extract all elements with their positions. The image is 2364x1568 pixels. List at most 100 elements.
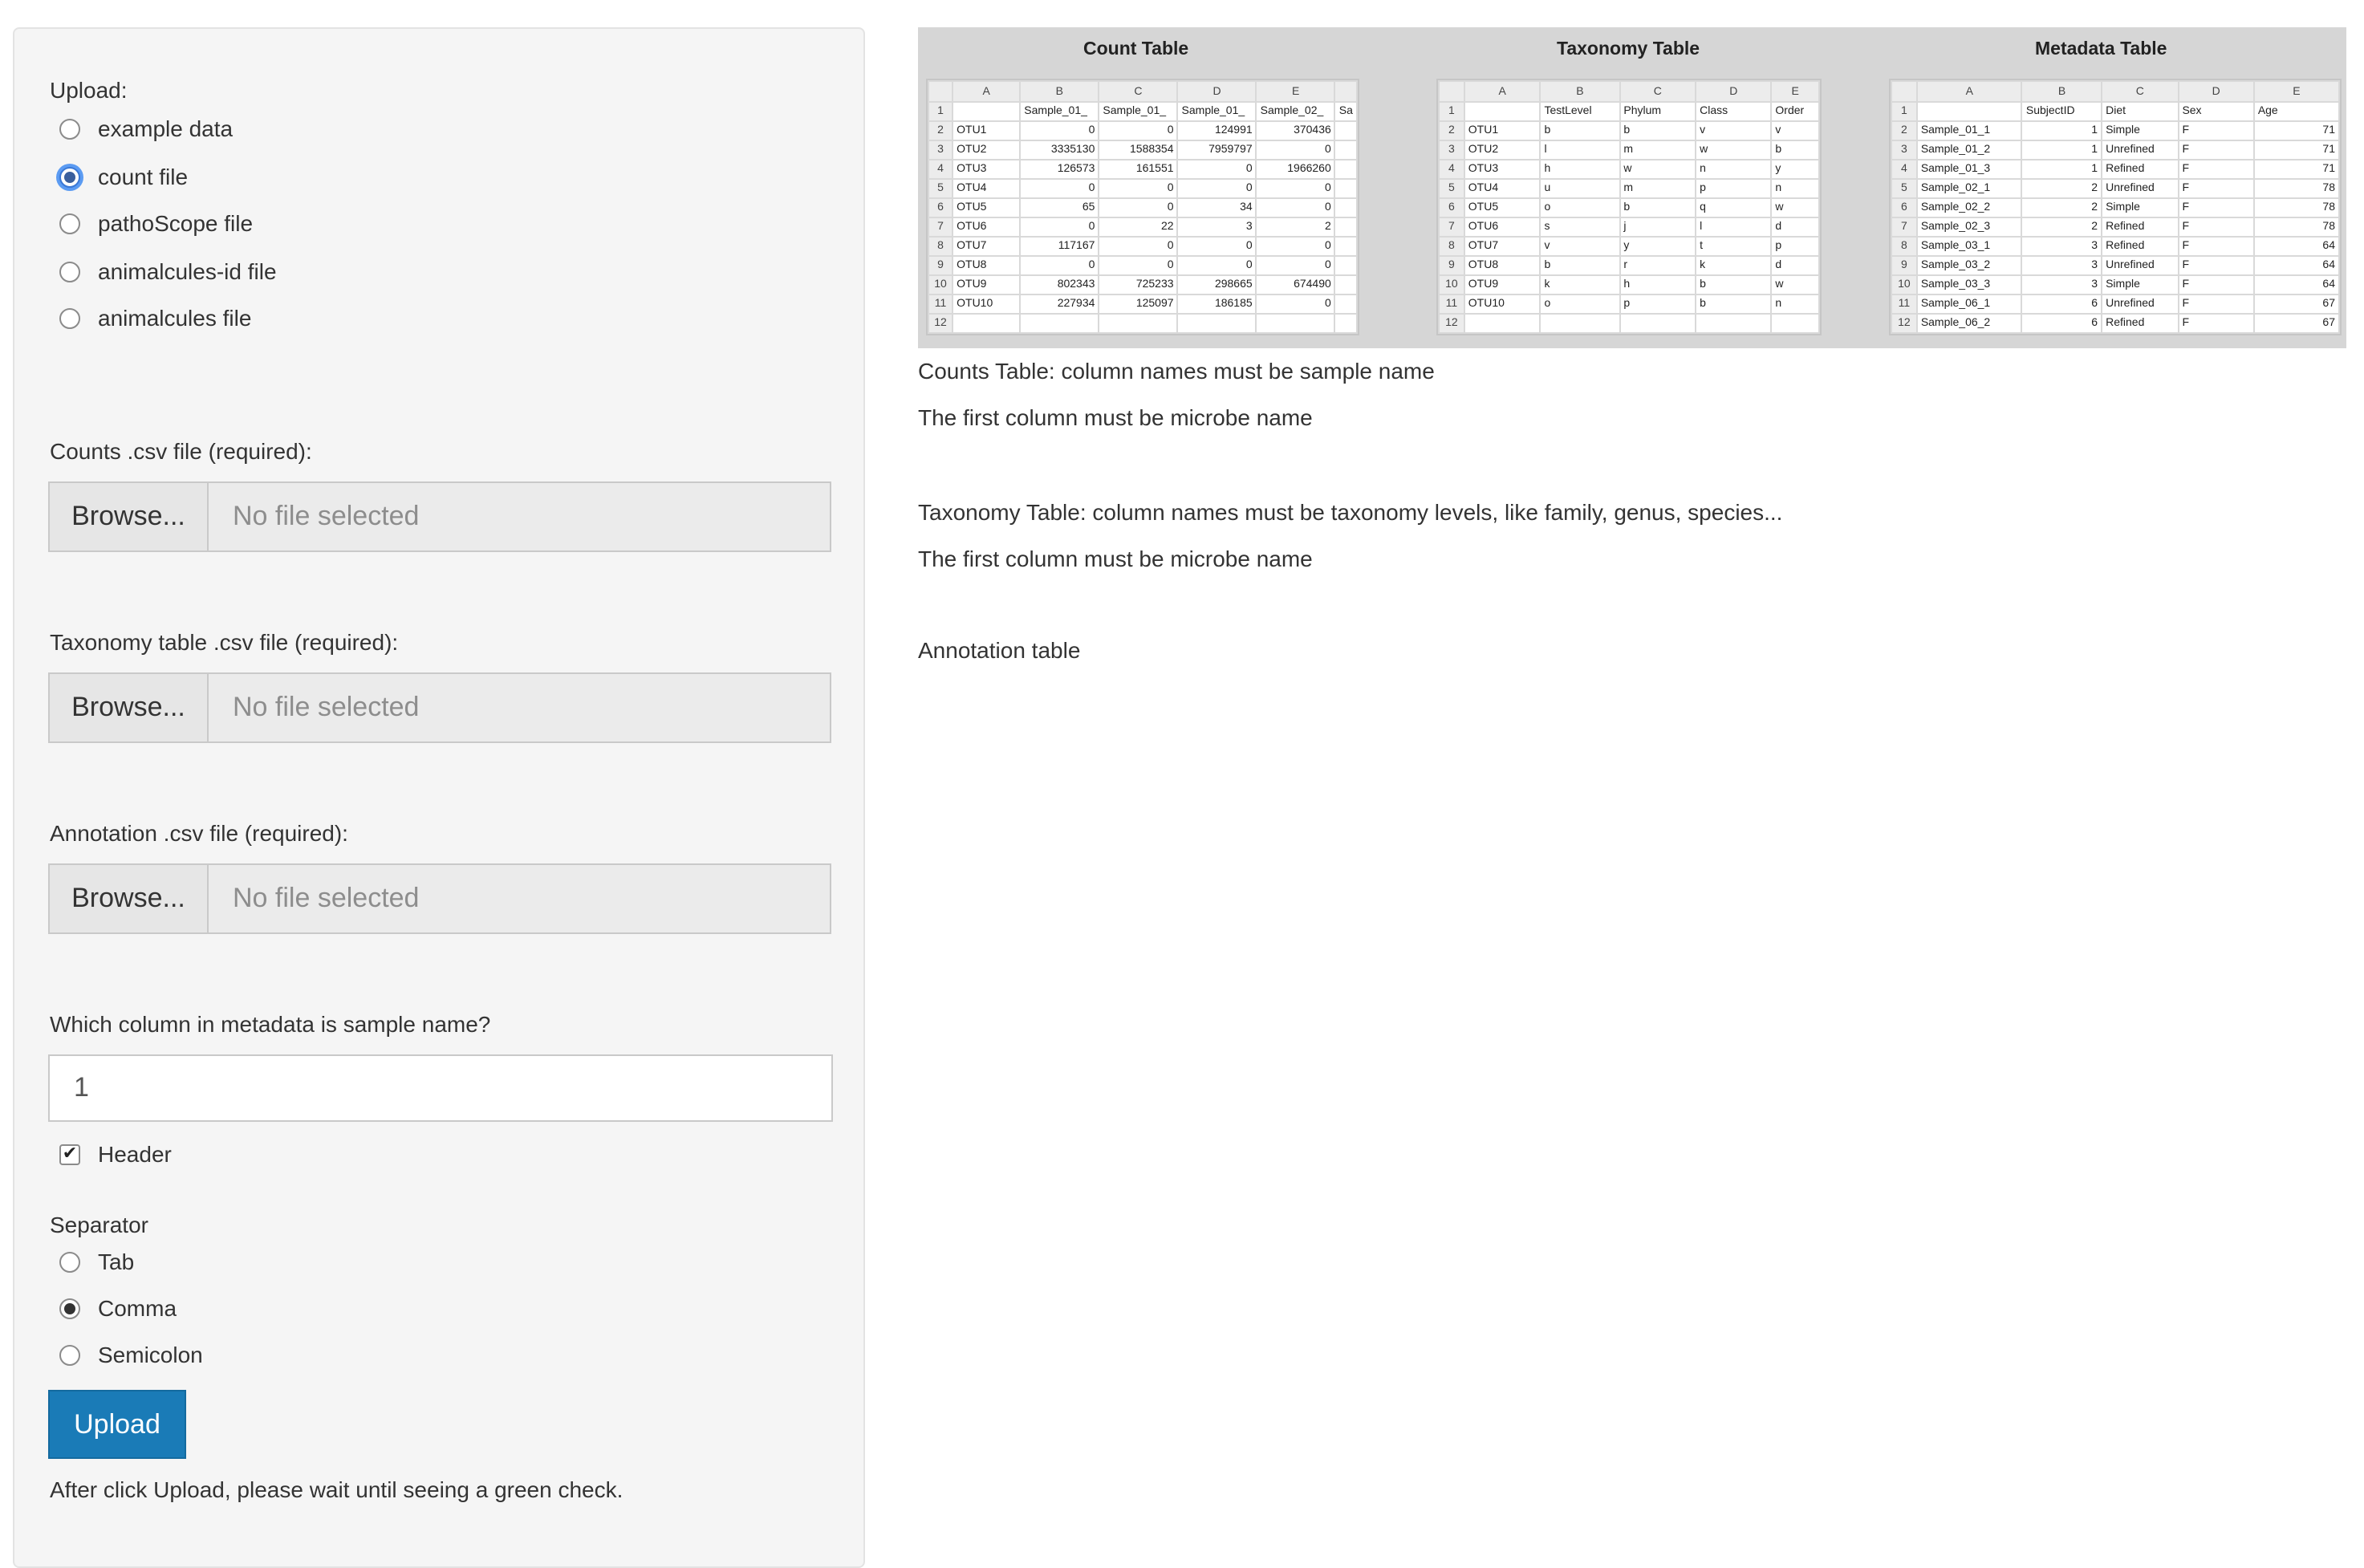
radio-pathoscope-file[interactable]: pathoScope file (59, 209, 253, 238)
table-cell: n (1695, 159, 1773, 180)
radio-button[interactable] (59, 1251, 80, 1272)
sample-column-input[interactable]: 1 (48, 1054, 833, 1122)
table-cell: 0 (1176, 255, 1257, 276)
table-cell: 1588354 (1098, 140, 1179, 160)
table-cell: Unrefined (2101, 178, 2179, 199)
taxonomy-table-grid: A B C D E 1 TestLevel Phylum Class Order 2 OTU1 b b v v… (1438, 80, 1820, 334)
table-cell: n (1770, 178, 1820, 199)
table-cell: 1 (2021, 159, 2103, 180)
radio-animalcules-file[interactable]: animalcules file (59, 303, 251, 332)
radio-animalcules-id-file[interactable]: animalcules-id file (59, 257, 277, 286)
header-checkbox-label: Header (98, 1141, 172, 1167)
table-cell: 0 (1098, 197, 1179, 218)
table-cell: OTU4 (1463, 178, 1541, 199)
table-cell (952, 101, 1022, 122)
radio-button-selected[interactable] (59, 1298, 80, 1318)
table-row: 4 OTU3 126573 161551 0 1966260 (928, 159, 1358, 180)
table-cell: b (1539, 120, 1621, 141)
table-cell (952, 313, 1022, 334)
annotation-file-label: Annotation .csv file (required): (50, 820, 348, 846)
table-row: 8 OTU7 117167 0 0 0 (928, 236, 1358, 257)
radio-button-selected[interactable] (59, 166, 80, 187)
column-header-cell: A (1463, 80, 1541, 103)
radio-button[interactable] (59, 307, 80, 328)
radio-button[interactable] (59, 261, 80, 282)
counts-file-input[interactable]: Browse... No file selected (48, 481, 831, 552)
radio-count-file[interactable]: count file (59, 162, 188, 191)
table-cell: Sample_02_1 (1915, 178, 2023, 199)
table-row: 10 OTU9 k h b w (1438, 274, 1820, 295)
taxonomy-file-name[interactable]: No file selected (209, 672, 831, 743)
radio-button[interactable] (59, 213, 80, 234)
table-cell: Sample_01_ (1019, 101, 1100, 122)
row-number-cell: 1 (928, 101, 954, 122)
table-cell: 0 (1019, 178, 1100, 199)
table-cell: v (1695, 120, 1773, 141)
taxonomy-browse-button[interactable]: Browse... (48, 672, 209, 743)
row-number-cell: 4 (1438, 159, 1465, 180)
table-cell: OTU5 (952, 197, 1022, 218)
table-row: 6 Sample_02_2 2 Simple F 78 (1891, 197, 2340, 218)
table-cell: 0 (1176, 178, 1257, 199)
row-number-cell: 8 (928, 236, 954, 257)
table-cell: 64 (2252, 236, 2340, 257)
table-cell: v (1539, 236, 1621, 257)
table-cell: 0 (1098, 178, 1179, 199)
table-row: 8 OTU7 v y t p (1438, 236, 1820, 257)
table-cell: m (1619, 140, 1697, 160)
table-cell: 125097 (1098, 294, 1179, 315)
table-cell: b (1695, 294, 1773, 315)
annotation-file-name[interactable]: No file selected (209, 863, 831, 934)
table-cell: b (1539, 255, 1621, 276)
upload-button[interactable]: Upload (48, 1390, 186, 1459)
row-number-cell: 7 (1891, 217, 1918, 238)
table-cell: 3 (1176, 217, 1257, 238)
table-cell: Unrefined (2101, 294, 2179, 315)
table-row: 7 OTU6 s j l d (1438, 217, 1820, 238)
radio-button[interactable] (59, 1344, 80, 1365)
table-cell: OTU10 (1463, 294, 1541, 315)
table-cell: 0 (1019, 120, 1100, 141)
count-table-sheet: A B C D E 1 Sample_01_ Sample_01_ Sample_01_ Samp… (926, 79, 1359, 335)
column-header-cell: C (1098, 80, 1179, 103)
radio-button[interactable] (59, 118, 80, 139)
row-number-cell: 7 (1438, 217, 1465, 238)
header-checkbox-row[interactable]: ✔ Header (59, 1139, 172, 1168)
header-checkbox[interactable]: ✔ (59, 1144, 80, 1164)
table-row: 9 OTU8 b r k d (1438, 255, 1820, 276)
corner-cell (1891, 80, 1918, 103)
table-cell: 124991 (1176, 120, 1257, 141)
table-row: 2 Sample_01_1 1 Simple F 71 (1891, 120, 2340, 141)
table-cell: Sample_02_2 (1915, 197, 2023, 218)
upload-type-label: Upload: (50, 77, 128, 103)
table-cell: F (2177, 178, 2255, 199)
radio-separator-tab[interactable]: Tab (59, 1247, 134, 1276)
taxonomy-file-input[interactable]: Browse... No file selected (48, 672, 831, 743)
radio-separator-comma[interactable]: Comma (59, 1294, 177, 1322)
table-cell: F (2177, 236, 2255, 257)
table-cell: Sa (1334, 101, 1358, 122)
table-cell: 64 (2252, 274, 2340, 295)
table-cell: 78 (2252, 197, 2340, 218)
column-header-cell: E (1255, 80, 1336, 103)
column-header-cell (1334, 80, 1358, 103)
table-cell: 71 (2252, 120, 2340, 141)
row-number-cell: 12 (1891, 313, 1918, 334)
table-cell: F (2177, 197, 2255, 218)
radio-example-data[interactable]: example data (59, 114, 233, 143)
row-number-cell: 5 (1891, 178, 1918, 199)
counts-note-line2: The first column must be microbe name (918, 404, 1313, 430)
table-cell: d (1770, 255, 1820, 276)
radio-separator-semicolon[interactable]: Semicolon (59, 1340, 203, 1369)
column-header-row: ABCDE (928, 80, 1358, 103)
annotation-browse-button[interactable]: Browse... (48, 863, 209, 934)
row-number-cell: 11 (1891, 294, 1918, 315)
corner-cell (928, 80, 954, 103)
counts-file-name[interactable]: No file selected (209, 481, 831, 552)
table-cell: OTU5 (1463, 197, 1541, 218)
annotation-file-input[interactable]: Browse... No file selected (48, 863, 831, 934)
counts-browse-button[interactable]: Browse... (48, 481, 209, 552)
table-cell: 186185 (1176, 294, 1257, 315)
table-row: 3 OTU2 3335130 1588354 7959797 0 (928, 140, 1358, 160)
annotation-note: Annotation table (918, 637, 1081, 663)
